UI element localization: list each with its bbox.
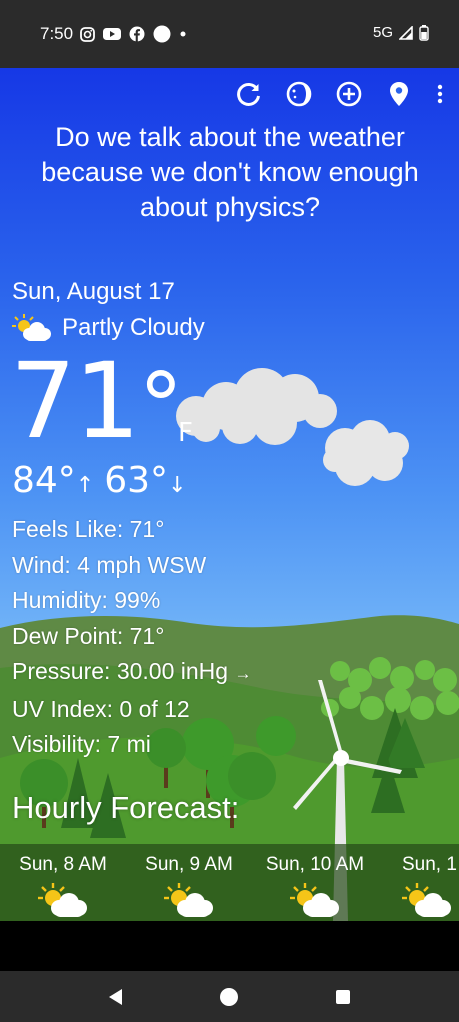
weather-quote: Do we talk about the weather because we … bbox=[41, 122, 419, 222]
location-button[interactable] bbox=[385, 80, 413, 108]
weather-details: Feels Like: 71° Wind: 4 mph WSW Humidity… bbox=[12, 512, 251, 763]
current-condition: Partly Cloudy bbox=[12, 313, 205, 343]
back-button[interactable] bbox=[104, 985, 128, 1009]
hourly-item[interactable]: Sun, 9 AM bbox=[126, 844, 252, 921]
youtube-icon bbox=[103, 28, 121, 40]
more-vert-icon bbox=[437, 84, 443, 104]
add-location-button[interactable] bbox=[335, 80, 363, 108]
current-temperature: 71° bbox=[10, 346, 183, 462]
hour-label: Sun, 1 bbox=[402, 854, 457, 875]
low-arrow: ↓ bbox=[168, 473, 187, 498]
high-temp: 84° bbox=[12, 460, 76, 501]
refresh-button[interactable] bbox=[235, 80, 263, 108]
toolbar bbox=[235, 80, 445, 108]
recents-icon bbox=[336, 990, 350, 1004]
high-low: 84° ↑ 63° ↓ bbox=[12, 460, 197, 501]
bottom-spacer bbox=[0, 921, 459, 971]
condition-label: Partly Cloudy bbox=[62, 314, 205, 341]
cloud-large bbox=[176, 368, 337, 445]
partly-cloudy-icon bbox=[12, 314, 51, 341]
navigation-bar bbox=[0, 971, 459, 1022]
hourly-item[interactable]: Sun, 8 AM bbox=[0, 844, 126, 921]
dew-point: Dew Point: 71° bbox=[12, 622, 165, 649]
status-time: 7:50 bbox=[40, 24, 74, 43]
more-options-button[interactable] bbox=[435, 80, 445, 108]
partly-cloudy-icon bbox=[38, 883, 87, 917]
signal-icon bbox=[399, 25, 413, 40]
uv-index: UV Index: 0 of 12 bbox=[12, 695, 190, 722]
instagram-icon bbox=[80, 26, 95, 42]
high-arrow: ↑ bbox=[75, 473, 95, 498]
humidity: Humidity: 99% bbox=[12, 587, 161, 613]
phone-screen: 7:50 5G Do we talk about the weather bec… bbox=[0, 0, 459, 1022]
partly-cloudy-icon bbox=[290, 883, 339, 917]
temperature-value: 71 bbox=[10, 340, 140, 462]
home-button[interactable] bbox=[217, 985, 241, 1009]
recents-button[interactable] bbox=[331, 985, 355, 1009]
facebook-icon bbox=[129, 26, 145, 42]
home-icon bbox=[220, 988, 238, 1006]
notification-icons bbox=[80, 25, 187, 43]
temperature-unit: F bbox=[178, 418, 193, 448]
pressure-row: Pressure: 30.00 inHg → bbox=[12, 654, 251, 692]
wind: Wind: 4 mph WSW bbox=[12, 551, 207, 578]
hourly-item[interactable]: Sun, 10 AM bbox=[252, 844, 378, 921]
degree-symbol: ° bbox=[138, 354, 183, 459]
dot-icon bbox=[180, 31, 186, 37]
weather-app: Do we talk about the weather because we … bbox=[0, 68, 459, 921]
add-location-icon bbox=[336, 81, 362, 107]
hour-label: Sun, 10 AM bbox=[265, 854, 365, 875]
theme-icon bbox=[286, 81, 312, 107]
status-right: 5G bbox=[373, 24, 429, 41]
battery-icon bbox=[419, 24, 429, 41]
feels-like: Feels Like: 71° bbox=[12, 516, 165, 542]
theme-button[interactable] bbox=[285, 80, 313, 108]
hourly-forecast-title: Hourly Forecast: bbox=[12, 790, 240, 825]
hourly-item[interactable]: Sun, 1 bbox=[378, 844, 459, 921]
pressure-trend: → bbox=[234, 664, 252, 683]
current-date: Sun, August 17 bbox=[12, 278, 175, 305]
hourly-forecast-list[interactable]: Sun, 8 AM Sun, 9 AM Sun, 10 AM Sun, 1 bbox=[0, 844, 459, 921]
network-label: 5G bbox=[372, 24, 393, 41]
status-bar: 7:50 5G bbox=[0, 0, 459, 68]
pressure: Pressure: 30.00 inHg bbox=[12, 658, 229, 684]
refresh-icon bbox=[237, 82, 260, 106]
hour-label: Sun, 9 AM bbox=[145, 854, 233, 875]
low-temp: 63° bbox=[104, 460, 169, 501]
hour-label: Sun, 8 AM bbox=[19, 854, 107, 875]
circle-icon bbox=[153, 25, 171, 43]
partly-cloudy-icon bbox=[402, 883, 451, 917]
cloud-small bbox=[323, 420, 409, 486]
location-pin-icon bbox=[390, 82, 408, 106]
partly-cloudy-icon bbox=[164, 883, 213, 917]
back-icon bbox=[109, 989, 122, 1005]
visibility: Visibility: 7 mi bbox=[12, 731, 151, 757]
